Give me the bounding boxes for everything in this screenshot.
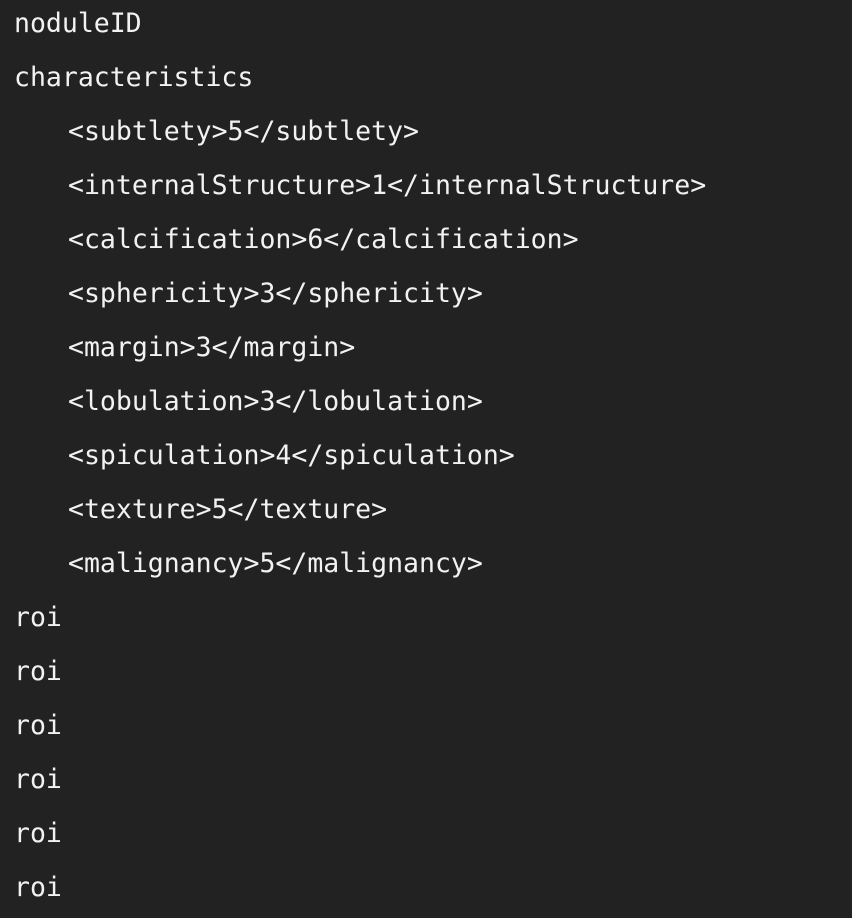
- code-line-noduleid: noduleID: [14, 8, 142, 39]
- code-line-subtlety: <subtlety>5</subtlety>: [68, 116, 419, 147]
- code-line-texture: <texture>5</texture>: [68, 494, 388, 525]
- code-line-roi: roi: [14, 818, 62, 849]
- code-view: noduleID characteristics <subtlety>5</su…: [0, 0, 852, 918]
- code-line-lobulation: <lobulation>3</lobulation>: [68, 386, 483, 417]
- code-line-roi: roi: [14, 602, 62, 633]
- code-line-characteristics: characteristics: [14, 62, 254, 93]
- code-line-roi: roi: [14, 872, 62, 903]
- code-line-spiculation: <spiculation>4</spiculation>: [68, 440, 515, 471]
- code-line-roi: roi: [14, 764, 62, 795]
- code-line-calcification: <calcification>6</calcification>: [68, 224, 579, 255]
- code-line-roi: roi: [14, 710, 62, 741]
- code-line-roi: roi: [14, 656, 62, 687]
- code-line-margin: <margin>3</margin>: [68, 332, 356, 363]
- code-line-sphericity: <sphericity>3</sphericity>: [68, 278, 483, 309]
- code-line-internal-structure: <internalStructure>1</internalStructure>: [68, 170, 707, 201]
- code-line-malignancy: <malignancy>5</malignancy>: [68, 548, 483, 579]
